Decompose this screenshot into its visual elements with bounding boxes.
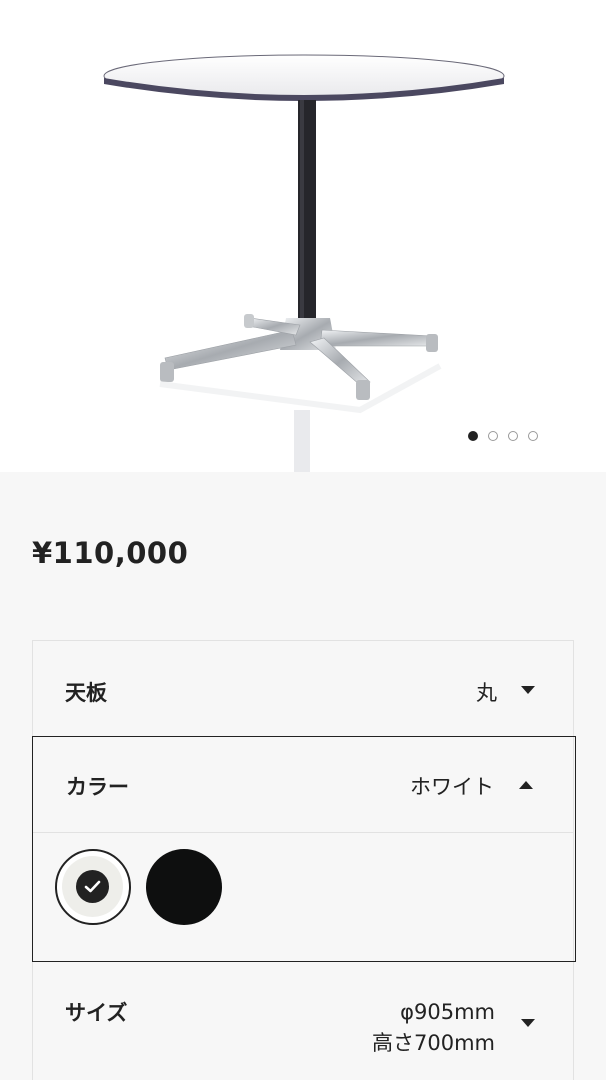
product-price: ¥110,000 [32, 536, 189, 570]
carousel-indicator [468, 431, 538, 441]
option-value: φ905mm 高さ700mm [372, 997, 495, 1059]
option-color-dropdown[interactable]: カラー ホワイト [33, 737, 574, 833]
color-swatch-black[interactable] [146, 849, 222, 925]
option-value: 丸 [476, 681, 497, 705]
option-color-section: カラー ホワイト [32, 736, 576, 962]
size-height: 高さ700mm [372, 1031, 495, 1055]
color-swatch-white[interactable] [55, 849, 131, 925]
chevron-down-icon [521, 686, 535, 694]
option-value: ホワイト [410, 775, 494, 799]
options-panel: 天板 丸 カラー ホワイト サイズ φ905mm 高さ700mm [32, 640, 576, 1080]
carousel-dot-1[interactable] [468, 431, 478, 441]
carousel-dot-3[interactable] [508, 431, 518, 441]
carousel-dot-2[interactable] [488, 431, 498, 441]
size-diameter: φ905mm [400, 1000, 495, 1024]
carousel-dot-4[interactable] [528, 431, 538, 441]
product-image [103, 54, 505, 472]
chevron-down-icon [521, 1019, 535, 1027]
option-label: 天板 [65, 681, 107, 705]
product-page: ¥110,000 天板 丸 カラー ホワイト サイズ φ905mm 高さ700m… [0, 0, 606, 1080]
product-image-carousel[interactable] [0, 0, 606, 472]
option-tabletop-dropdown[interactable]: 天板 丸 [33, 641, 575, 737]
chevron-up-icon [519, 781, 533, 789]
checkmark-icon [76, 870, 109, 903]
option-label: カラー [66, 775, 129, 799]
option-size-dropdown[interactable]: サイズ φ905mm 高さ700mm [33, 963, 575, 1080]
option-label: サイズ [65, 1001, 128, 1025]
